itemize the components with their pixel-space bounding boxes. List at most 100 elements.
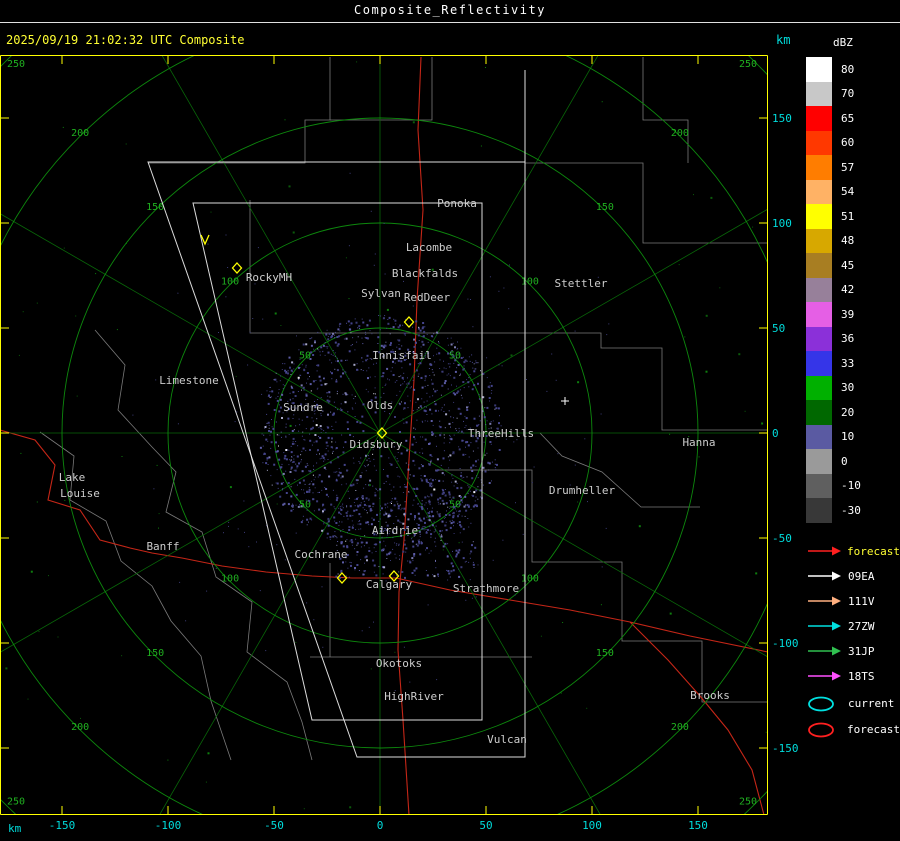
dbz-color-swatch [806,498,832,523]
station-diamond-marker [231,262,243,274]
ring-distance-label: 150 [596,202,614,213]
city-label: RockyMH [246,271,292,284]
dbz-scale-row: 65 [806,106,900,131]
ring-distance-label: 200 [671,128,689,139]
dbz-value: 45 [841,258,855,272]
city-label: Didsbury [350,438,403,451]
dbz-color-swatch [806,179,832,204]
county-boundary [330,57,433,121]
county-boundary [525,332,768,431]
dbz-scale-row: 0 [806,449,900,474]
city-label: Lake [59,471,86,484]
track-label: 27ZW [848,619,875,633]
dbz-scale-row: 60 [806,130,900,155]
ellipse-legend-row: current [806,691,900,717]
dbz-scale-row: 10 [806,424,900,449]
y-axis-label: 0 [772,427,779,440]
dbz-value: 54 [841,185,855,199]
dbz-scale-row: 48 [806,228,900,253]
county-boundary [148,57,331,164]
x-axis-label: 0 [377,819,384,832]
dbz-scale: 80 70 65 60 57 54 51 48 45 42 39 36 33 30 20 10 0 -10 -30 [806,57,900,523]
city-label: Airdrie [372,524,418,537]
track-arrow-icon [808,596,841,606]
track-arrow-icon [808,646,841,656]
x-axis-label: -150 [49,819,76,832]
highway-line [629,621,765,815]
city-label: Stettler [555,277,608,290]
ring-distance-label: 250 [739,59,757,70]
dbz-value: 42 [841,283,855,297]
dbz-value: 60 [841,136,855,150]
y-axis-label: -150 [772,742,799,755]
ring-distance-label: 150 [146,648,164,659]
radial-spoke [379,432,602,815]
track-arrow-icon [808,621,841,631]
map-layers: 50 5050 50100 100100 100150 150150 150200 20020… [0,55,768,815]
dbz-color-swatch [806,81,832,106]
city-label: ThreeHills [468,427,534,440]
city-label: Cochrane [295,548,348,561]
km-unit-bottom-left: km [8,822,22,835]
dbz-color-swatch [806,155,832,180]
dbz-color-swatch [806,130,832,155]
x-axis-label: -50 [264,819,284,832]
radar-coverage-outlines [147,70,526,758]
dbz-value: 65 [841,111,855,125]
dbz-color-swatch [806,106,832,131]
highway-line [395,577,768,653]
county-boundary [642,57,689,163]
dbz-value: 48 [841,234,855,248]
km-unit-top-right: km [776,33,791,47]
dbz-scale-row: 39 [806,302,900,327]
dbz-color-swatch [806,375,832,400]
city-label: Strathmore [453,582,519,595]
city-labels: Ponoka Lacombe Blackfalds Sylvan RedDeer Rock… [59,197,730,746]
radial-spoke [0,432,381,653]
x-axis-label: -100 [155,819,182,832]
city-label: Olds [367,399,394,412]
y-axis-label: 50 [772,322,785,335]
dbz-scale-row: 33 [806,351,900,376]
ring-distance-label: 200 [71,722,89,733]
track-legend-row: 09EA [806,564,900,589]
city-label: Sundre [283,401,323,414]
dbz-scale-row: 20 [806,400,900,425]
storm-ellipse-icon [808,722,834,737]
storm-ellipse-legend: current forecast [806,691,900,743]
dbz-color-swatch [806,473,832,498]
track-label: 18TS [848,669,875,683]
radial-spoke [158,432,381,815]
dbz-value: 30 [841,381,855,395]
dbz-value: 80 [841,62,855,76]
titlebar: Composite_Reflectivity [0,0,900,23]
dbz-color-swatch [806,302,832,327]
dbz-unit-label: dBZ [833,36,853,49]
ring-distance-label: 150 [596,648,614,659]
city-label: Ponoka [437,197,477,210]
track-arrow-icon [808,671,841,681]
dbz-scale-row: 70 [806,81,900,106]
dbz-color-swatch [806,351,832,376]
ring-distance-label: 100 [521,574,539,585]
dbz-value: -10 [841,479,861,493]
ring-distance-label: 250 [739,796,757,807]
dbz-color-swatch [806,326,832,351]
track-label: 31JP [848,644,875,658]
x-axis-label: 100 [582,819,602,832]
dbz-scale-row: 36 [806,326,900,351]
ring-distance-label: 200 [71,128,89,139]
dbz-color-swatch [806,57,832,82]
station-diamond-marker [403,316,415,328]
radar-map: 50 5050 50100 100100 100150 150150 150200 20020… [0,55,799,835]
dbz-scale-row: 30 [806,375,900,400]
track-label: 111V [848,594,875,608]
ring-distance-label: 250 [7,59,25,70]
ellipse-label: forecast [847,723,900,736]
radial-spoke [379,432,768,658]
dbz-scale-row: -10 [806,473,900,498]
dbz-value: 70 [841,87,855,101]
y-axis-label: 100 [772,217,792,230]
city-label: Hanna [682,436,715,449]
ellipse-legend-row: forecast [806,717,900,743]
